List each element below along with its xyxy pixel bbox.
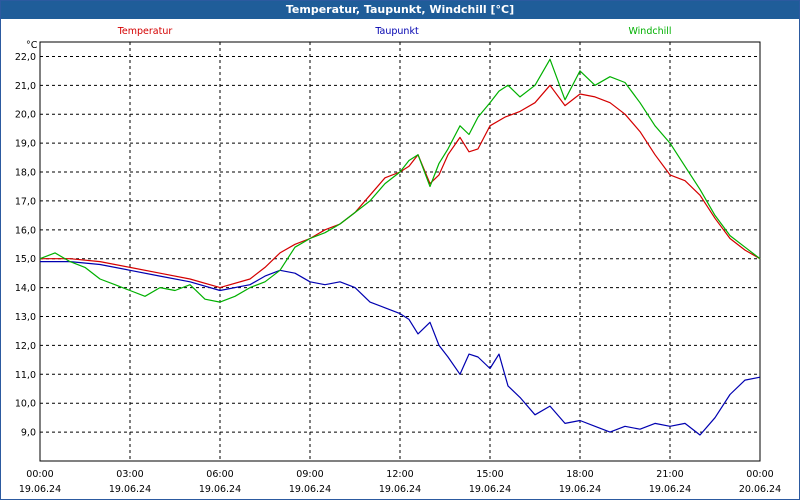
y-axis-unit: °C bbox=[26, 40, 38, 51]
x-tick-date: 19.06.24 bbox=[649, 484, 691, 495]
x-tick-date: 19.06.24 bbox=[469, 484, 511, 495]
y-tick-label: 20,0 bbox=[15, 110, 36, 121]
y-tick-label: 11,0 bbox=[15, 370, 36, 381]
y-tick-label: 17,0 bbox=[15, 196, 36, 207]
y-tick-label: 15,0 bbox=[15, 254, 36, 265]
x-tick-time: 09:00 bbox=[296, 469, 323, 480]
x-tick-time: 06:00 bbox=[206, 469, 233, 480]
y-tick-label: 9,0 bbox=[21, 428, 36, 439]
y-tick-label: 22,0 bbox=[15, 52, 36, 63]
legend-temperatur: Temperatur bbox=[117, 26, 173, 37]
y-tick-label: 10,0 bbox=[15, 399, 36, 410]
x-tick-date: 19.06.24 bbox=[109, 484, 151, 495]
x-tick-time: 00:00 bbox=[746, 469, 773, 480]
y-tick-label: 16,0 bbox=[15, 225, 36, 236]
x-tick-time: 00:00 bbox=[26, 469, 53, 480]
x-tick-date: 19.06.24 bbox=[559, 484, 601, 495]
y-tick-label: 21,0 bbox=[15, 81, 36, 92]
x-tick-time: 18:00 bbox=[566, 469, 593, 480]
y-tick-label: 12,0 bbox=[15, 341, 36, 352]
x-tick-time: 03:00 bbox=[116, 469, 143, 480]
x-tick-date: 20.06.24 bbox=[739, 484, 781, 495]
y-tick-label: 14,0 bbox=[15, 283, 36, 294]
x-tick-time: 12:00 bbox=[386, 469, 413, 480]
legend-windchill: Windchill bbox=[628, 26, 671, 37]
y-tick-label: 18,0 bbox=[15, 168, 36, 179]
x-tick-date: 19.06.24 bbox=[289, 484, 331, 495]
y-tick-label: 19,0 bbox=[15, 139, 36, 150]
x-tick-date: 19.06.24 bbox=[379, 484, 421, 495]
x-tick-date: 19.06.24 bbox=[19, 484, 61, 495]
legend-taupunkt: Taupunkt bbox=[374, 26, 419, 37]
line-chart: 9,0 10,0 11,0 12,0 13,0 14,0 15,0 16,0 17,0 18,0 1… bbox=[15, 26, 781, 495]
x-tick-time: 21:00 bbox=[656, 469, 683, 480]
x-tick-date: 19.06.24 bbox=[199, 484, 241, 495]
y-tick-label: 13,0 bbox=[15, 312, 36, 323]
x-tick-time: 15:00 bbox=[476, 469, 503, 480]
